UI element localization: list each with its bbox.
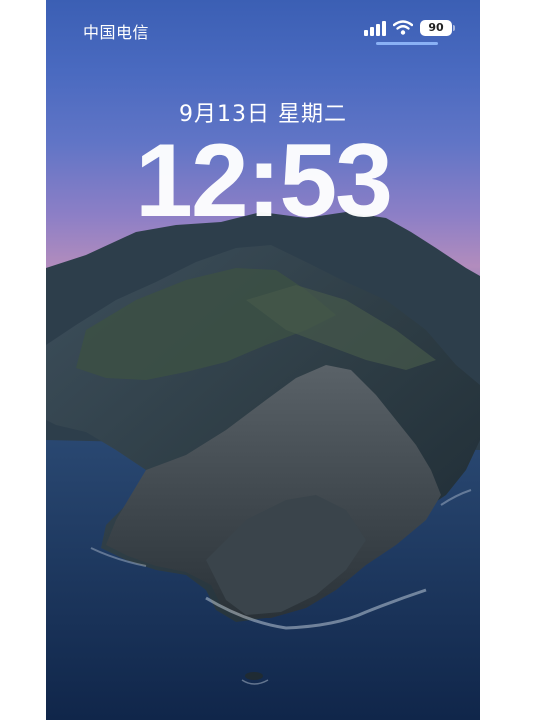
battery-icon: 90 <box>420 20 452 36</box>
carrier-label: 中国电信 <box>83 23 150 42</box>
signal-icon <box>364 21 386 36</box>
lock-screen: 中国电信 90 9月13日 星期二 12:53 <box>46 0 480 720</box>
control-center-indicator[interactable] <box>376 42 438 45</box>
battery-tip <box>453 25 455 31</box>
lock-screen-time: 12:53 <box>135 123 393 239</box>
status-bar: 中国电信 90 <box>46 0 480 56</box>
wifi-icon <box>393 20 413 35</box>
